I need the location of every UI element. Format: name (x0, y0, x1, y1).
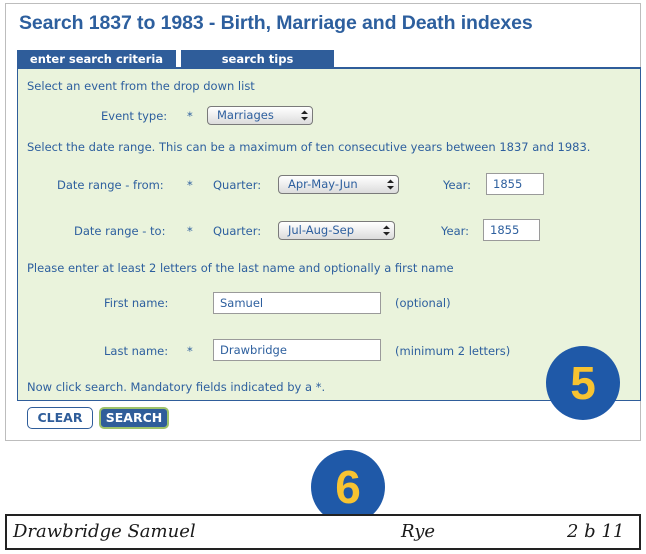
date-instruction: Select the date range. This can be a max… (27, 140, 591, 154)
first-name-input[interactable]: Samuel (213, 292, 381, 314)
step-badge-6: 6 (311, 450, 385, 524)
to-quarter-value: Jul-Aug-Sep (288, 223, 355, 237)
tab-search-tips[interactable]: search tips (181, 50, 334, 68)
event-type-mandatory-marker: * (187, 109, 193, 123)
from-quarter-label: Quarter: (213, 178, 262, 192)
date-to-label: Date range - to: (74, 224, 166, 238)
to-year-input[interactable]: 1855 (483, 219, 540, 241)
from-year-label: Year: (443, 178, 472, 192)
stepper-arrows-icon (383, 225, 390, 236)
last-name-mandatory-marker: * (187, 344, 193, 358)
first-name-label: First name: (104, 296, 169, 310)
clear-button[interactable]: CLEAR (27, 407, 93, 429)
handwritten-name: Drawbridge Samuel (13, 521, 196, 542)
last-name-input[interactable]: Drawbridge (213, 339, 381, 361)
search-button[interactable]: SEARCH (99, 407, 169, 429)
footer-note: Now click search. Mandatory fields indic… (27, 380, 326, 394)
event-type-select[interactable]: Marriages (207, 106, 313, 125)
date-to-mandatory-marker: * (187, 224, 193, 238)
from-quarter-value: Apr-May-Jun (288, 177, 358, 191)
handwritten-district: Rye (401, 521, 436, 542)
to-quarter-label: Quarter: (213, 224, 262, 238)
event-type-value: Marriages (217, 108, 274, 122)
date-from-mandatory-marker: * (187, 178, 193, 192)
stepper-arrows-icon (387, 179, 394, 190)
event-instruction: Select an event from the drop down list (27, 79, 255, 93)
tab-enter-search-criteria[interactable]: enter search criteria (17, 50, 176, 68)
event-type-label: Event type: (101, 109, 168, 123)
to-quarter-select[interactable]: Jul-Aug-Sep (278, 221, 395, 240)
stepper-arrows-icon (301, 110, 308, 121)
page-title: Search 1837 to 1983 - Birth, Marriage an… (19, 12, 533, 34)
handwritten-register-entry: Drawbridge Samuel Rye 2 b 11 (5, 514, 641, 550)
last-name-label: Last name: (104, 344, 169, 358)
from-year-input[interactable]: 1855 (486, 173, 544, 195)
date-from-label: Date range - from: (57, 178, 164, 192)
step-badge-5: 5 (546, 346, 620, 420)
last-name-hint: (minimum 2 letters) (395, 344, 511, 358)
handwritten-reference: 2 b 11 (567, 521, 625, 542)
first-name-hint: (optional) (395, 296, 451, 310)
name-instruction: Please enter at least 2 letters of the l… (27, 261, 454, 275)
to-year-label: Year: (441, 224, 470, 238)
from-quarter-select[interactable]: Apr-May-Jun (278, 175, 399, 194)
